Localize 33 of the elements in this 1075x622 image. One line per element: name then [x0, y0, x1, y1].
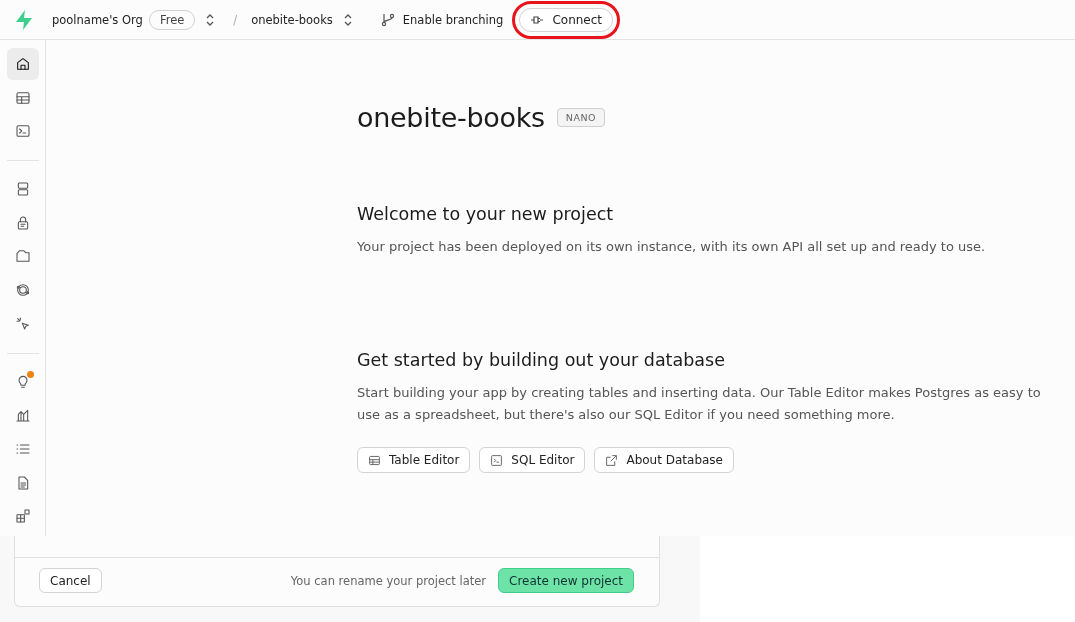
logo-icon[interactable] [14, 8, 34, 31]
compute-size-badge: NANO [556, 108, 605, 127]
project-title: onebite-books [357, 102, 545, 133]
rename-hint: You can rename your project later [290, 573, 487, 588]
chevron-updown-icon[interactable] [205, 13, 216, 26]
terminal-icon [490, 453, 504, 467]
sql-editor-button[interactable]: SQL Editor [479, 447, 586, 473]
section-title: Welcome to your new project [357, 204, 615, 224]
sidebar-item[interactable] [6, 48, 39, 80]
breadcrumb-separator: / [233, 12, 238, 27]
branch-icon [380, 12, 395, 27]
org-name[interactable]: poolname's Org [52, 12, 143, 27]
blocks-icon [14, 508, 31, 525]
folder-icon [14, 248, 31, 265]
globe-icon [14, 282, 31, 299]
section-title: Get started by building out your database [357, 350, 726, 370]
create-project-button[interactable]: Create new project [498, 568, 634, 593]
external-link-icon [605, 453, 619, 467]
section-description: Your project has been deployed on its own instance, with its own API all set up and ready to use. [357, 238, 987, 256]
project-name[interactable]: onebite-books [251, 12, 333, 27]
table-icon [14, 89, 31, 106]
section-description: Start building your app by creating tables and inserting data. Our Table Editor makes Postgres as easy to use as a spreadsheet, but there's also our SQL Editor if you need something more. [357, 384, 1042, 424]
cancel-button[interactable]: Cancel [39, 568, 102, 593]
plug-icon [530, 14, 545, 25]
table-editor-button[interactable]: Table Editor [357, 447, 471, 473]
home-icon [14, 56, 31, 72]
chevron-updown-icon[interactable] [342, 13, 353, 26]
enable-branching-button[interactable]: Enable branching [380, 12, 504, 27]
about-database-button[interactable]: About Database [594, 447, 734, 473]
table-icon [368, 453, 381, 467]
terminal-icon [14, 123, 31, 140]
pointer-icon [14, 315, 31, 332]
chart-icon [14, 407, 31, 424]
